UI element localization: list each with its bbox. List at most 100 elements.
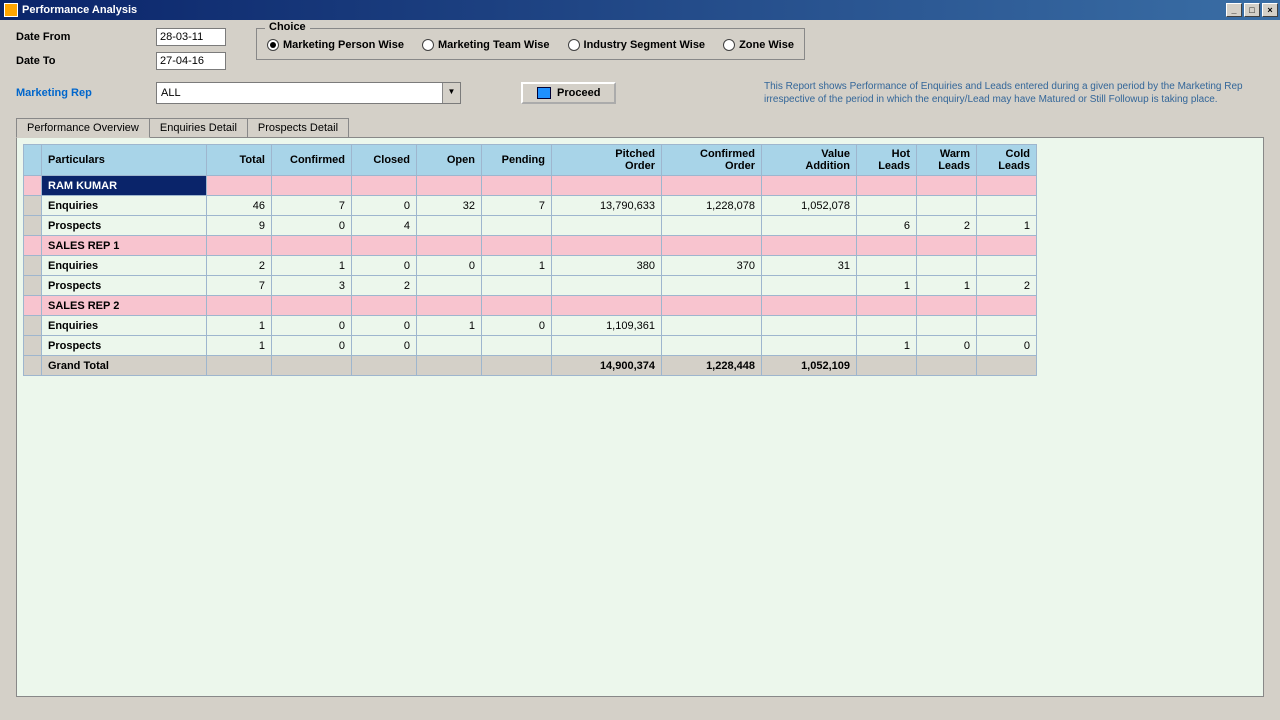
- table-row[interactable]: SALES REP 1: [24, 236, 1037, 256]
- cell-pending: [482, 216, 552, 236]
- cell-confirmed: [272, 296, 352, 316]
- col-closed[interactable]: Closed: [352, 145, 417, 176]
- col-particulars[interactable]: Particulars: [42, 145, 207, 176]
- table-row[interactable]: Prospects732112: [24, 276, 1037, 296]
- maximize-button[interactable]: □: [1244, 3, 1260, 17]
- cell-cold: [977, 356, 1037, 376]
- cell-particulars: Grand Total: [42, 356, 207, 376]
- cell-closed: 4: [352, 216, 417, 236]
- cell-confirmed_order: 1,228,078: [662, 196, 762, 216]
- choice-radio-3[interactable]: Zone Wise: [723, 39, 794, 51]
- col-total[interactable]: Total: [207, 145, 272, 176]
- cell-open: [417, 216, 482, 236]
- cell-hot: 6: [857, 216, 917, 236]
- col-pending[interactable]: Pending: [482, 145, 552, 176]
- cell-warm: [917, 176, 977, 196]
- cell-value_addition: 31: [762, 256, 857, 276]
- cell-particulars: SALES REP 2: [42, 296, 207, 316]
- choice-radio-1[interactable]: Marketing Team Wise: [422, 39, 550, 51]
- cell-particulars: Prospects: [42, 216, 207, 236]
- cell-confirmed: [272, 236, 352, 256]
- cell-particulars: RAM KUMAR: [42, 176, 207, 196]
- col-cold-leads[interactable]: ColdLeads: [977, 145, 1037, 176]
- cell-hot: 1: [857, 336, 917, 356]
- cell-cold: 2: [977, 276, 1037, 296]
- radio-icon: [267, 39, 279, 51]
- cell-value_addition: [762, 296, 857, 316]
- cell-confirmed: 3: [272, 276, 352, 296]
- cell-warm: 2: [917, 216, 977, 236]
- col-open[interactable]: Open: [417, 145, 482, 176]
- tab-enquiries-detail[interactable]: Enquiries Detail: [149, 118, 248, 138]
- cell-total: [207, 356, 272, 376]
- col-warm-leads[interactable]: WarmLeads: [917, 145, 977, 176]
- cell-confirmed: [272, 176, 352, 196]
- cell-total: 46: [207, 196, 272, 216]
- marketing-rep-combo[interactable]: ALL ▼: [156, 82, 461, 104]
- table-row[interactable]: Enquiries2100138037031: [24, 256, 1037, 276]
- cell-particulars: SALES REP 1: [42, 236, 207, 256]
- table-row[interactable]: Prospects904621: [24, 216, 1037, 236]
- col-confirmed[interactable]: Confirmed: [272, 145, 352, 176]
- overview-panel: Particulars Total Confirmed Closed Open …: [16, 137, 1264, 697]
- cell-hot: [857, 196, 917, 216]
- cell-closed: 2: [352, 276, 417, 296]
- cell-hot: [857, 316, 917, 336]
- cell-pending: [482, 336, 552, 356]
- cell-hot: [857, 236, 917, 256]
- radio-icon: [723, 39, 735, 51]
- cell-total: 2: [207, 256, 272, 276]
- col-pitched-order[interactable]: PitchedOrder: [552, 145, 662, 176]
- performance-analysis-window: Performance Analysis _ □ × Date From Dat…: [0, 0, 1280, 720]
- cell-total: [207, 236, 272, 256]
- radio-label: Industry Segment Wise: [584, 39, 706, 51]
- cell-value_addition: 1,052,109: [762, 356, 857, 376]
- cell-pending: 7: [482, 196, 552, 216]
- row-header: [24, 236, 42, 256]
- radio-icon: [568, 39, 580, 51]
- cell-cold: 0: [977, 336, 1037, 356]
- minimize-button[interactable]: _: [1226, 3, 1242, 17]
- cell-value_addition: [762, 216, 857, 236]
- table-row[interactable]: Enquiries467032713,790,6331,228,0781,052…: [24, 196, 1037, 216]
- cell-warm: [917, 256, 977, 276]
- cell-value_addition: [762, 236, 857, 256]
- proceed-button[interactable]: Proceed: [521, 82, 616, 104]
- row-header: [24, 316, 42, 336]
- cell-particulars: Enquiries: [42, 196, 207, 216]
- row-header: [24, 216, 42, 236]
- table-row[interactable]: RAM KUMAR: [24, 176, 1037, 196]
- cell-total: [207, 176, 272, 196]
- row-header: [24, 276, 42, 296]
- table-row[interactable]: SALES REP 2: [24, 296, 1037, 316]
- table-row[interactable]: Prospects100100: [24, 336, 1037, 356]
- date-to-input[interactable]: [156, 52, 226, 70]
- choice-radio-0[interactable]: Marketing Person Wise: [267, 39, 404, 51]
- close-button[interactable]: ×: [1262, 3, 1278, 17]
- cell-confirmed_order: [662, 336, 762, 356]
- cell-closed: 0: [352, 336, 417, 356]
- col-confirmed-order[interactable]: ConfirmedOrder: [662, 145, 762, 176]
- choice-radio-2[interactable]: Industry Segment Wise: [568, 39, 706, 51]
- marketing-rep-value: ALL: [157, 87, 442, 99]
- table-row[interactable]: Enquiries100101,109,361: [24, 316, 1037, 336]
- row-header: [24, 356, 42, 376]
- cell-open: 0: [417, 256, 482, 276]
- cell-total: 7: [207, 276, 272, 296]
- tab-performance-overview[interactable]: Performance Overview: [16, 118, 150, 138]
- table-row[interactable]: Grand Total14,900,3741,228,4481,052,109: [24, 356, 1037, 376]
- row-header: [24, 296, 42, 316]
- col-hot-leads[interactable]: HotLeads: [857, 145, 917, 176]
- tab-prospects-detail[interactable]: Prospects Detail: [247, 118, 349, 138]
- cell-total: 1: [207, 336, 272, 356]
- col-value-addition[interactable]: ValueAddition: [762, 145, 857, 176]
- cell-confirmed: 0: [272, 316, 352, 336]
- proceed-label: Proceed: [557, 87, 600, 99]
- cell-confirmed: 0: [272, 216, 352, 236]
- proceed-icon: [537, 87, 551, 99]
- cell-value_addition: [762, 316, 857, 336]
- cell-open: [417, 356, 482, 376]
- date-from-input[interactable]: [156, 28, 226, 46]
- cell-confirmed_order: [662, 276, 762, 296]
- cell-cold: 1: [977, 216, 1037, 236]
